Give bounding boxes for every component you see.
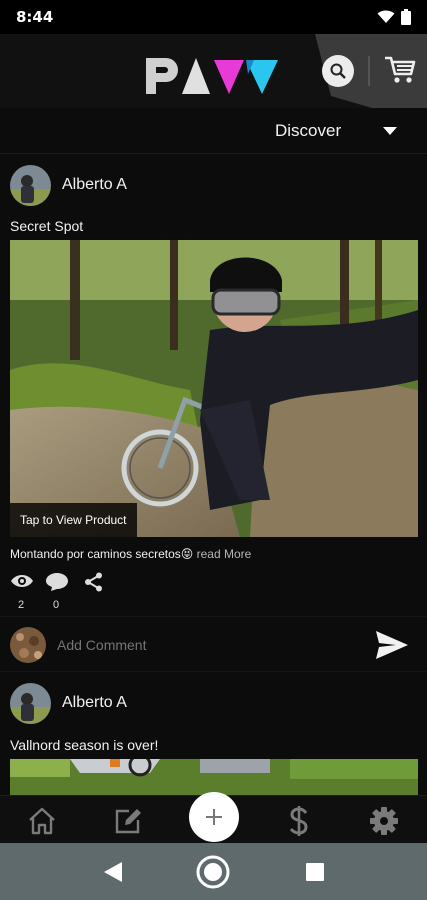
settings-icon — [370, 807, 398, 835]
avatar[interactable] — [10, 683, 51, 724]
view-product-button[interactable]: Tap to View Product — [10, 503, 137, 537]
back-icon[interactable] — [104, 862, 122, 882]
filter-label: Discover — [275, 121, 342, 140]
views-count: 2 — [18, 599, 25, 611]
post-title: Vallnord season is over! — [10, 737, 159, 753]
battery-icon — [401, 9, 411, 25]
author-name[interactable]: Alberto A — [62, 176, 127, 194]
cart-icon[interactable] — [383, 52, 417, 86]
caption-text: Montando por caminos secretos😝 — [10, 547, 194, 561]
bottom-nav — [0, 792, 427, 843]
author-name[interactable]: Alberto A — [62, 694, 127, 712]
post-header[interactable]: Alberto A — [0, 678, 427, 738]
post-image[interactable] — [10, 759, 418, 795]
home-icon — [29, 807, 55, 835]
status-time: 8:44 — [16, 8, 54, 26]
post-stats: 2 0 — [10, 571, 110, 617]
add-icon — [206, 809, 222, 825]
add-post-button[interactable] — [189, 792, 239, 842]
wifi-icon — [377, 10, 395, 23]
app-header — [0, 34, 427, 108]
chevron-down-icon — [383, 127, 397, 135]
nav-settings[interactable] — [367, 804, 401, 838]
post-title: Secret Spot — [10, 218, 84, 234]
post-header[interactable]: Alberto A — [0, 160, 427, 220]
edit-icon — [115, 809, 141, 834]
comment-icon[interactable] — [45, 572, 69, 592]
status-icons — [377, 9, 411, 25]
share-icon[interactable] — [84, 572, 104, 592]
post-image[interactable]: Tap to View Product — [10, 240, 418, 537]
home-circle-icon[interactable] — [196, 855, 230, 889]
nav-home[interactable] — [25, 804, 59, 838]
avatar[interactable] — [10, 165, 51, 206]
send-icon[interactable] — [374, 629, 410, 661]
post-caption[interactable]: Montando por caminos secretos😝 read More — [10, 547, 251, 561]
system-nav-bar — [0, 843, 427, 900]
comment-input[interactable] — [57, 634, 347, 656]
read-more-link[interactable]: read More — [193, 547, 252, 561]
commenter-avatar — [10, 627, 46, 663]
feed[interactable]: Alberto A Secret Spot Tap to View Produc… — [0, 155, 427, 795]
pavv-logo — [146, 58, 278, 94]
filter-dropdown[interactable]: Discover — [0, 108, 427, 154]
post-photo — [10, 759, 418, 795]
status-bar: 8:44 — [0, 0, 427, 34]
comment-row — [0, 616, 427, 672]
search-icon — [330, 63, 346, 79]
recents-icon[interactable] — [306, 863, 324, 881]
eye-icon[interactable] — [10, 573, 34, 589]
header-divider — [368, 56, 370, 86]
dollar-icon — [289, 806, 308, 836]
nav-edit[interactable] — [111, 804, 145, 838]
search-button[interactable] — [322, 55, 354, 87]
comments-count: 0 — [53, 599, 60, 611]
nav-wallet[interactable] — [282, 804, 316, 838]
post-photo — [10, 240, 418, 537]
